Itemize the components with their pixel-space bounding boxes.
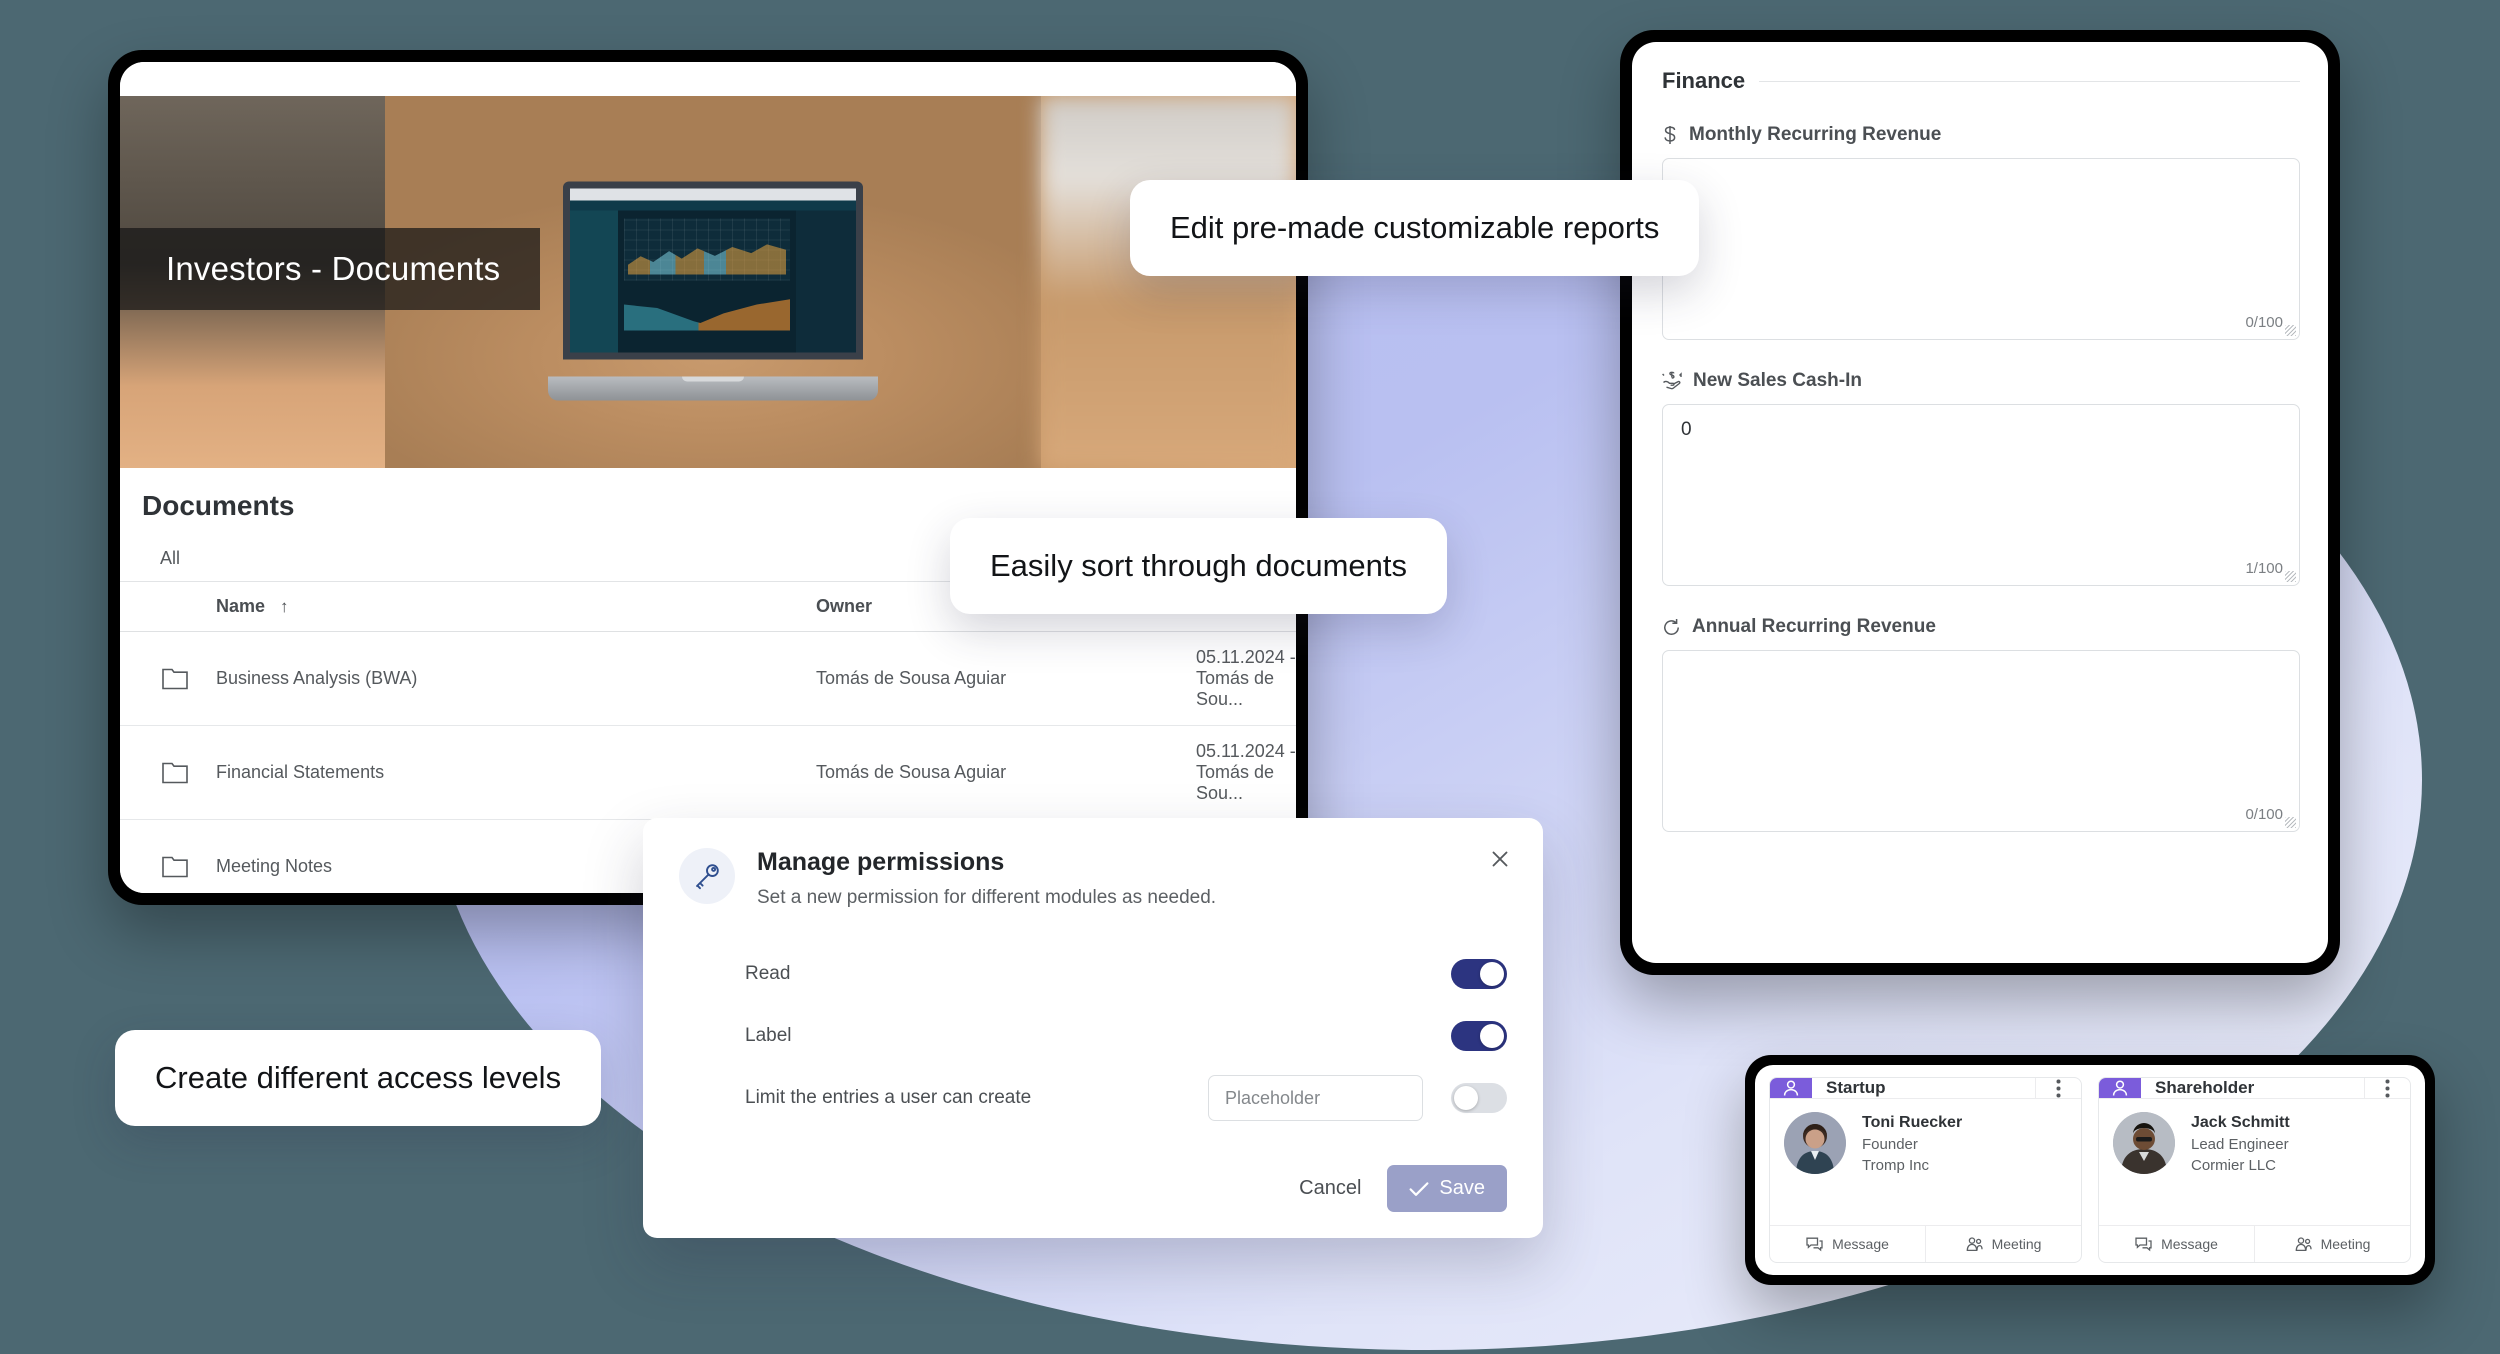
hero-title: Investors - Documents — [120, 228, 541, 310]
laptop-illustration — [548, 181, 878, 401]
message-button[interactable]: Message — [2099, 1226, 2254, 1262]
field-value: 0 — [1681, 419, 1692, 440]
person-icon — [1770, 1078, 1812, 1098]
folder-icon — [120, 819, 216, 893]
meeting-button[interactable]: Meeting — [1925, 1226, 2081, 1262]
field-annual-recurring-revenue: Annual Recurring Revenue 0/100 — [1662, 616, 2300, 832]
column-header-name-label: Name — [216, 596, 266, 616]
resize-handle[interactable] — [2285, 817, 2296, 828]
contact-role: Lead Engineer — [2191, 1135, 2289, 1153]
contact-card-tag: Shareholder — [2155, 1078, 2255, 1097]
limit-entries-placeholder: Placeholder — [1225, 1087, 1321, 1108]
message-icon — [2135, 1237, 2152, 1252]
contact-org: Tromp Inc — [1862, 1157, 1929, 1175]
field-label-row: Monthly Recurring Revenue — [1662, 124, 2300, 146]
cancel-button[interactable]: Cancel — [1299, 1177, 1361, 1200]
row-owner: Tomás de Sousa Aguiar — [816, 631, 1196, 726]
dollar-sign-icon — [1662, 125, 1678, 145]
tab-all[interactable]: All — [160, 548, 180, 568]
label-toggle[interactable] — [1451, 1021, 1507, 1051]
permission-row-limit-entries: Limit the entries a user can create Plac… — [679, 1067, 1507, 1129]
row-modified: 05.11.2024 - Tomás de Sou... — [1196, 631, 1296, 726]
avatar — [1784, 1112, 1846, 1174]
documents-browser-window: Investors - Documents Documents All Name… — [108, 50, 1308, 905]
field-label-text: Annual Recurring Revenue — [1692, 616, 1936, 637]
contact-name: Jack Schmitt — [2191, 1114, 2290, 1131]
resize-handle[interactable] — [2285, 571, 2296, 582]
modal-subtitle: Set a new permission for different modul… — [757, 887, 1217, 908]
callout-sort-documents: Easily sort through documents — [950, 518, 1447, 614]
table-row[interactable]: Financial Statements Tomás de Sousa Agui… — [120, 725, 1296, 820]
callout-edit-reports: Edit pre-made customizable reports — [1130, 180, 1700, 276]
check-icon — [1409, 1181, 1429, 1197]
refresh-cycle-icon — [1662, 618, 1681, 637]
close-icon[interactable] — [1483, 842, 1517, 876]
field-monthly-recurring-revenue: Monthly Recurring Revenue 0/100 — [1662, 124, 2300, 340]
permission-row-read: Read — [679, 943, 1507, 1005]
save-button[interactable]: Save — [1387, 1165, 1507, 1212]
meeting-icon — [2295, 1236, 2312, 1252]
contact-name: Toni Ruecker — [1862, 1114, 1963, 1131]
column-header-name[interactable]: Name ↑ — [216, 582, 816, 632]
permission-label: Read — [745, 963, 791, 984]
more-vertical-icon[interactable] — [2364, 1078, 2410, 1098]
row-name: Financial Statements — [216, 725, 816, 820]
meeting-label: Meeting — [1991, 1236, 2042, 1252]
row-modified: 05.11.2024 - Tomás de Sou... — [1196, 725, 1296, 820]
window-titlebar — [120, 62, 1296, 96]
manage-permissions-modal: Manage permissions Set a new permission … — [643, 818, 1543, 1238]
field-label-row: Annual Recurring Revenue — [1662, 616, 2300, 638]
permission-label: Limit the entries a user can create — [745, 1087, 1032, 1108]
meeting-icon — [1966, 1236, 1983, 1252]
contact-card-tag: Startup — [1826, 1078, 1886, 1097]
character-counter: 0/100 — [2245, 314, 2283, 331]
character-counter: 0/100 — [2245, 806, 2283, 823]
callout-access-levels: Create different access levels — [115, 1030, 602, 1126]
field-label-row: New Sales Cash-In — [1662, 370, 2300, 392]
modal-title: Manage permissions — [757, 848, 1005, 876]
finance-header-label: Finance — [1662, 68, 1746, 93]
annual-recurring-revenue-input[interactable]: 0/100 — [1662, 650, 2300, 832]
resize-handle[interactable] — [2285, 325, 2296, 336]
person-icon — [2099, 1078, 2141, 1098]
row-owner: Tomás de Sousa Aguiar — [816, 725, 1196, 820]
monthly-recurring-revenue-input[interactable]: 0/100 — [1662, 158, 2300, 340]
key-icon — [679, 848, 735, 904]
new-sales-cash-in-input[interactable]: 0 1/100 — [1662, 404, 2300, 586]
save-label: Save — [1439, 1177, 1485, 1199]
permission-row-label: Label — [679, 1005, 1507, 1067]
contacts-device: Startup Toni Ruecker Founder Tromp Inc M… — [1745, 1055, 2435, 1285]
folder-icon — [120, 631, 216, 726]
finance-header: Finance — [1632, 42, 2328, 94]
contact-org: Cormier LLC — [2191, 1157, 2277, 1175]
field-new-sales-cash-in: New Sales Cash-In 0 1/100 — [1662, 370, 2300, 586]
column-header-icon — [120, 582, 216, 632]
arrow-up-icon: ↑ — [280, 597, 289, 616]
contact-card[interactable]: Shareholder Jack Schmitt Lead Engineer C… — [2098, 1077, 2411, 1263]
cash-in-hand-icon — [1662, 371, 1682, 391]
hero-banner: Investors - Documents — [120, 96, 1296, 468]
character-counter: 1/100 — [2245, 560, 2283, 577]
message-label: Message — [1832, 1236, 1889, 1252]
table-row[interactable]: Business Analysis (BWA) Tomás de Sousa A… — [120, 631, 1296, 726]
header-divider — [1759, 80, 2300, 82]
finance-window: Finance Monthly Recurring Revenue 0/100 … — [1620, 30, 2340, 975]
folder-icon — [120, 725, 216, 820]
contact-role: Founder — [1862, 1135, 1918, 1153]
message-button[interactable]: Message — [1770, 1226, 1925, 1262]
field-label-text: New Sales Cash-In — [1693, 370, 1862, 391]
avatar — [2113, 1112, 2175, 1174]
message-icon — [1806, 1237, 1823, 1252]
limit-entries-toggle[interactable] — [1451, 1083, 1507, 1113]
row-name: Business Analysis (BWA) — [216, 631, 816, 726]
more-vertical-icon[interactable] — [2035, 1078, 2081, 1098]
message-label: Message — [2161, 1236, 2218, 1252]
permission-label: Label — [745, 1025, 792, 1046]
limit-entries-input[interactable]: Placeholder — [1208, 1075, 1423, 1121]
field-label-text: Monthly Recurring Revenue — [1689, 124, 1942, 145]
read-toggle[interactable] — [1451, 959, 1507, 989]
meeting-label: Meeting — [2320, 1236, 2371, 1252]
meeting-button[interactable]: Meeting — [2254, 1226, 2410, 1262]
contact-card[interactable]: Startup Toni Ruecker Founder Tromp Inc M… — [1769, 1077, 2082, 1263]
